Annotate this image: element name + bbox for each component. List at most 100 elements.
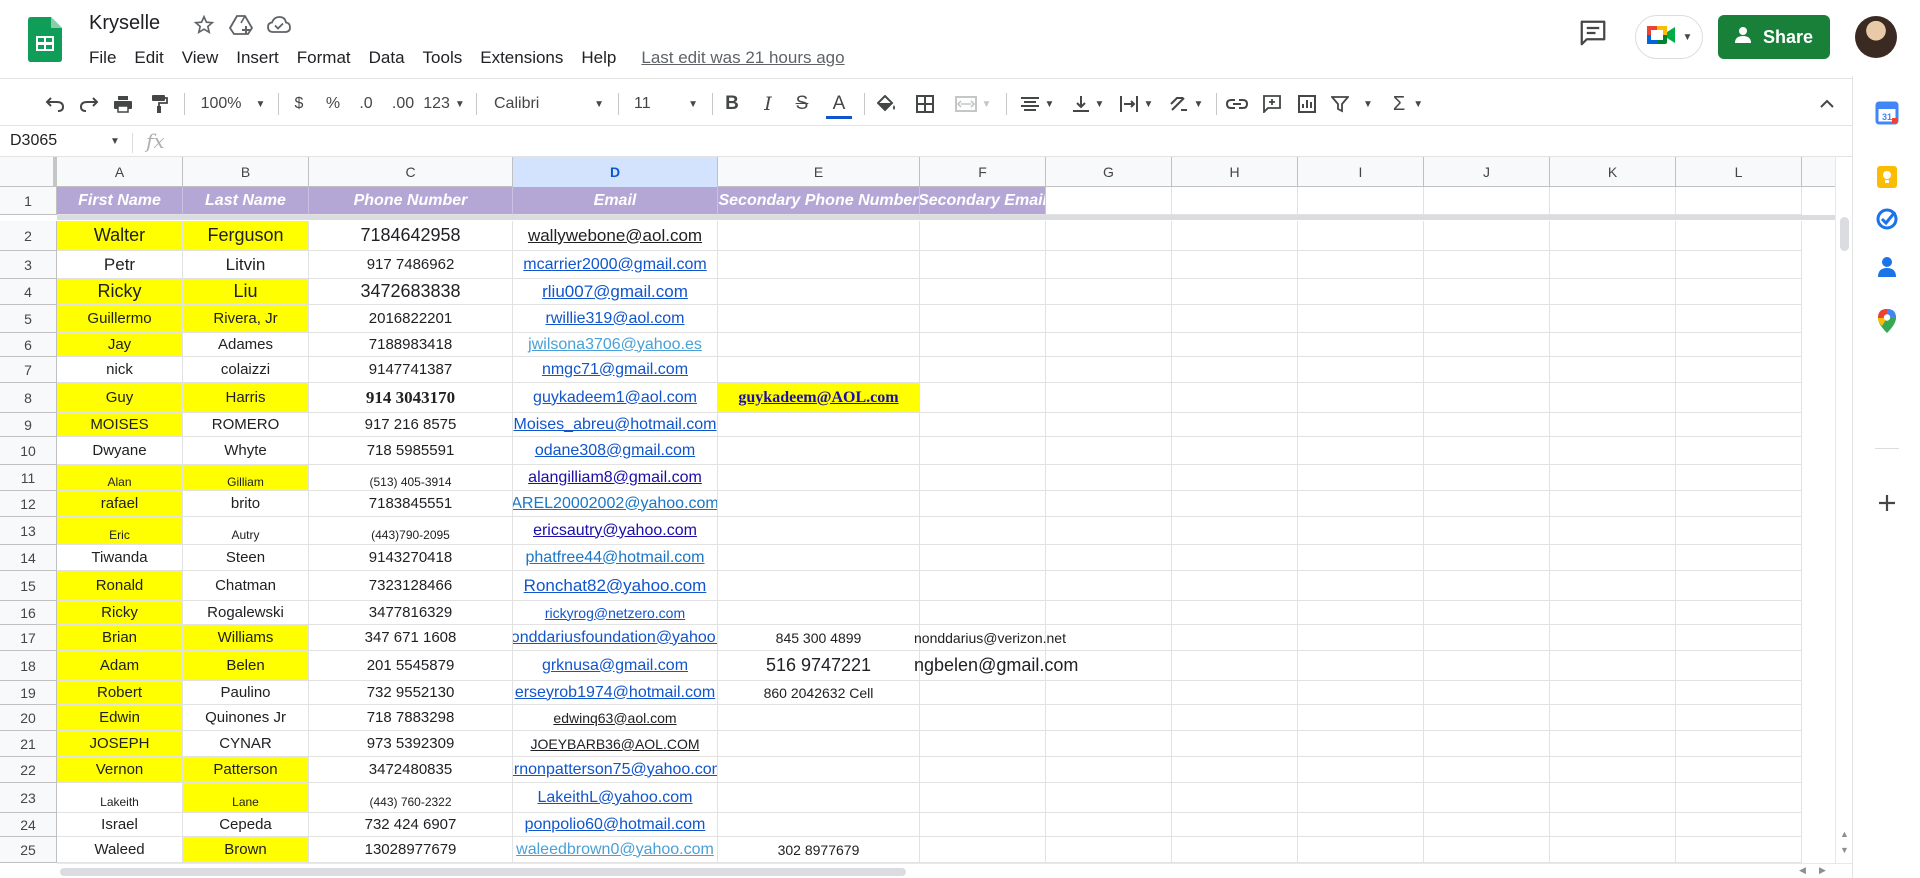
empty-cell[interactable] (1424, 437, 1550, 465)
cell-a[interactable]: Petr (57, 251, 183, 279)
cell-a[interactable]: Ricky (57, 279, 183, 305)
cell-b[interactable]: CYNAR (183, 731, 309, 757)
empty-cell[interactable] (1298, 731, 1424, 757)
empty-cell[interactable] (1172, 681, 1298, 705)
cell-a[interactable]: Dwyane (57, 437, 183, 465)
insert-comment-icon[interactable] (1259, 91, 1285, 117)
empty-cell[interactable] (1676, 571, 1802, 601)
cell-c[interactable]: 973 5392309 (309, 731, 513, 757)
cell-a[interactable]: Jay (57, 333, 183, 357)
column-header-e[interactable]: E (718, 157, 920, 187)
cell-f[interactable] (920, 357, 1046, 383)
empty-cell[interactable] (1424, 413, 1550, 437)
menu-extensions[interactable]: Extensions (471, 46, 572, 70)
empty-cell[interactable] (1550, 545, 1676, 571)
empty-cell[interactable] (1676, 383, 1802, 413)
empty-cell[interactable] (1424, 783, 1550, 813)
cell-e[interactable] (718, 251, 920, 279)
empty-cell[interactable] (1172, 517, 1298, 545)
cell-c[interactable]: 3472480835 (309, 757, 513, 783)
cell-e[interactable] (718, 783, 920, 813)
empty-cell[interactable] (1424, 681, 1550, 705)
empty-cell[interactable] (1550, 413, 1676, 437)
cell-d[interactable]: grknusa@gmail.com (513, 651, 718, 681)
column-header-f[interactable]: F (920, 157, 1046, 187)
row-header[interactable]: 23 (0, 783, 57, 813)
empty-cell[interactable] (1550, 279, 1676, 305)
cell-a[interactable]: Eric (57, 517, 183, 545)
cell-c[interactable]: 347 671 1608 (309, 625, 513, 651)
empty-cell[interactable] (1424, 757, 1550, 783)
empty-cell[interactable] (1676, 783, 1802, 813)
horizontal-scroll-thumb[interactable] (60, 868, 906, 876)
empty-cell[interactable] (1046, 517, 1172, 545)
cell-e[interactable] (718, 601, 920, 625)
vertical-scroll-thumb[interactable] (1840, 217, 1849, 251)
cell-a[interactable]: Guy (57, 383, 183, 413)
spreadsheet-grid[interactable]: A B C D E F G H I J K L 1 First Name Last … (0, 157, 1835, 863)
select-all-corner[interactable] (0, 157, 57, 187)
cell-c[interactable]: (443)790-2095 (309, 517, 513, 545)
empty-cell[interactable] (1046, 383, 1172, 413)
tasks-icon[interactable] (1874, 206, 1900, 232)
empty-cell[interactable] (1298, 601, 1424, 625)
empty-cell[interactable] (1298, 757, 1424, 783)
cell-c[interactable]: 718 5985591 (309, 437, 513, 465)
empty-cell[interactable] (1550, 517, 1676, 545)
empty-cell[interactable] (1298, 305, 1424, 333)
empty-cell[interactable] (1676, 465, 1802, 491)
last-edit-link[interactable]: Last edit was 21 hours ago (641, 48, 844, 68)
cell-f[interactable] (920, 251, 1046, 279)
cell-a[interactable]: Tiwanda (57, 545, 183, 571)
row-header[interactable]: 21 (0, 731, 57, 757)
empty-cell[interactable] (1676, 705, 1802, 731)
empty-cell[interactable] (1298, 783, 1424, 813)
cell-e[interactable]: 516 9747221 (718, 651, 920, 681)
empty-cell[interactable] (1298, 625, 1424, 651)
cell-a[interactable]: nick (57, 357, 183, 383)
cell-b[interactable]: Patterson (183, 757, 309, 783)
empty-cell[interactable] (1046, 545, 1172, 571)
cell-e[interactable]: 860 2042632 Cell (718, 681, 920, 705)
cell-c[interactable]: 914 3043170 (309, 383, 513, 413)
empty-cell[interactable] (1676, 413, 1802, 437)
cell-e[interactable] (718, 437, 920, 465)
empty-cell[interactable] (1550, 783, 1676, 813)
empty-cell[interactable] (1676, 837, 1802, 863)
empty-cell[interactable] (1046, 465, 1172, 491)
document-title[interactable]: Kryselle (89, 12, 160, 35)
column-header-c[interactable]: C (309, 157, 513, 187)
row-header[interactable]: 14 (0, 545, 57, 571)
empty-cell[interactable] (1676, 757, 1802, 783)
cell-c[interactable]: 13028977679 (309, 837, 513, 863)
empty-cell[interactable] (1046, 705, 1172, 731)
cell-e[interactable] (718, 333, 920, 357)
empty-cell[interactable] (1550, 757, 1676, 783)
empty-cell[interactable] (1676, 517, 1802, 545)
cell-f[interactable] (920, 681, 1046, 705)
empty-cell[interactable] (1676, 357, 1802, 383)
empty-cell[interactable] (1046, 413, 1172, 437)
row-header[interactable]: 19 (0, 681, 57, 705)
empty-cell[interactable] (1550, 813, 1676, 837)
cell-d[interactable]: jwilsona3706@yahoo.es (513, 333, 718, 357)
cell-e[interactable]: 845 300 4899 (718, 625, 920, 651)
cell-c[interactable]: 201 5545879 (309, 651, 513, 681)
empty-cell[interactable] (1172, 545, 1298, 571)
vertical-align-icon[interactable]: ▼ (1068, 91, 1108, 117)
cell-e[interactable]: 302 8977679 (718, 837, 920, 863)
empty-cell[interactable] (1424, 571, 1550, 601)
empty-cell[interactable] (1424, 517, 1550, 545)
menu-edit[interactable]: Edit (125, 46, 172, 70)
cell-c[interactable]: (513) 405-3914 (309, 465, 513, 491)
empty-cell[interactable] (1046, 601, 1172, 625)
cell-e[interactable] (718, 545, 920, 571)
column-header-g[interactable]: G (1046, 157, 1172, 187)
scroll-right-icon[interactable]: ▶ (1819, 865, 1826, 876)
cell-b[interactable]: Steen (183, 545, 309, 571)
cell-f[interactable] (920, 279, 1046, 305)
row-header[interactable]: 15 (0, 571, 57, 601)
empty-cell[interactable] (1046, 681, 1172, 705)
cell-e[interactable]: guykadeem@AOL.com (718, 383, 920, 413)
number-format-select[interactable]: 123 ▼ (423, 91, 465, 117)
